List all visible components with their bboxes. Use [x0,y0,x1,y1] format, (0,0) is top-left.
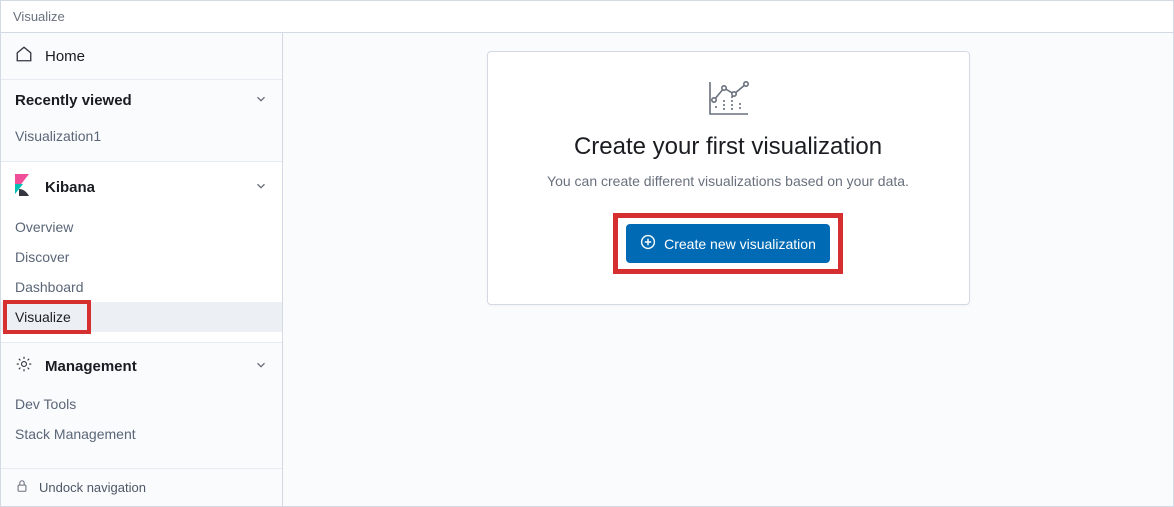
sidebar-item-dashboard[interactable]: Dashboard [1,272,282,302]
chevron-down-icon [254,358,268,375]
undock-navigation[interactable]: Undock navigation [1,468,282,506]
home-icon [15,45,33,67]
chevron-down-icon [254,179,268,196]
sidebar-item-visualize[interactable]: Visualize [1,302,282,332]
chevron-down-icon [254,92,268,109]
empty-state-subtitle: You can create different visualizations … [512,173,945,189]
section-kibana-label: Kibana [45,179,95,196]
section-recently-viewed-label: Recently viewed [15,92,132,109]
section-recently-viewed[interactable]: Recently viewed [1,80,282,121]
annotation-highlight: Create new visualization [613,213,843,274]
recently-viewed-item[interactable]: Visualization1 [1,121,282,151]
sidebar-item-overview[interactable]: Overview [1,212,282,242]
section-kibana[interactable]: Kibana [1,161,282,212]
kibana-logo-icon [15,174,33,200]
section-management-label: Management [45,358,137,375]
undock-navigation-label: Undock navigation [39,480,146,495]
breadcrumb-item[interactable]: Visualize [13,9,65,24]
chart-line-icon [512,78,945,121]
create-button-label: Create new visualization [664,236,816,252]
lock-icon [15,479,29,496]
sidebar-item-discover[interactable]: Discover [1,242,282,272]
plus-circle-icon [640,234,656,253]
breadcrumb-bar: Visualize [1,1,1173,33]
sidebar: Home Recently viewed Visualization1 [1,33,283,506]
main-content: Create your first visualization You can … [283,33,1173,506]
nav-home[interactable]: Home [1,33,282,80]
sidebar-item-dev-tools[interactable]: Dev Tools [1,389,282,419]
nav-home-label: Home [45,48,85,65]
create-new-visualization-button[interactable]: Create new visualization [626,224,830,263]
section-management[interactable]: Management [1,342,282,389]
sidebar-item-stack-management[interactable]: Stack Management [1,419,282,449]
gear-icon [15,355,33,377]
empty-state-title: Create your first visualization [512,133,945,161]
empty-state-card: Create your first visualization You can … [487,51,970,305]
